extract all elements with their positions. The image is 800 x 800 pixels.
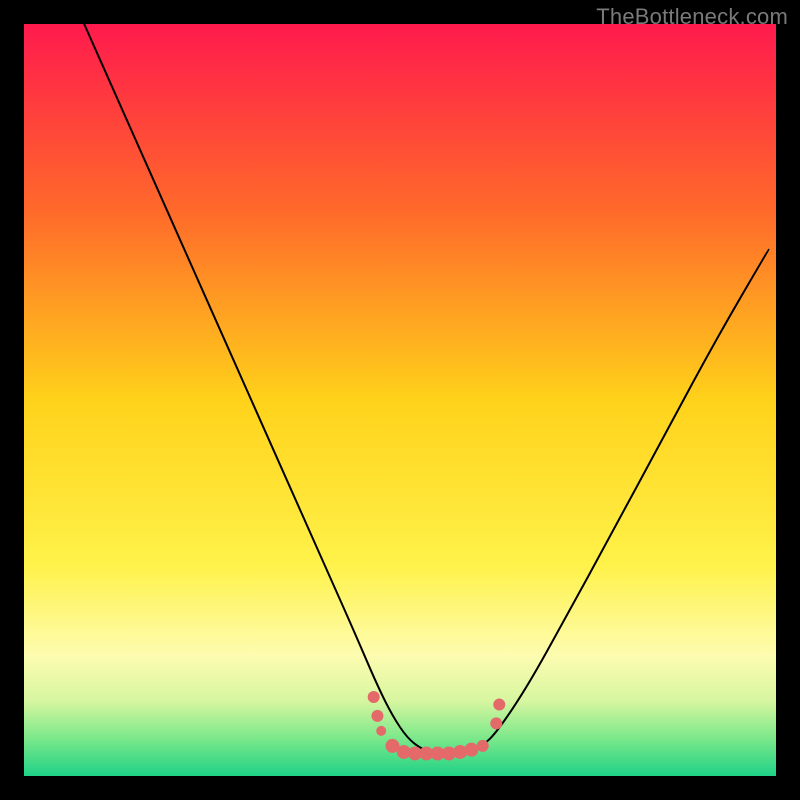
- valley-dot: [477, 740, 489, 752]
- chart-frame: TheBottleneck.com: [0, 0, 800, 800]
- chart-svg: [24, 24, 776, 776]
- plot-area: [24, 24, 776, 776]
- watermark-label: TheBottleneck.com: [596, 4, 788, 30]
- valley-dot: [376, 726, 386, 736]
- valley-dot: [493, 699, 505, 711]
- valley-dot: [371, 710, 383, 722]
- valley-dot: [490, 717, 502, 729]
- valley-dot: [464, 743, 478, 757]
- gradient-background: [24, 24, 776, 776]
- valley-dot: [368, 691, 380, 703]
